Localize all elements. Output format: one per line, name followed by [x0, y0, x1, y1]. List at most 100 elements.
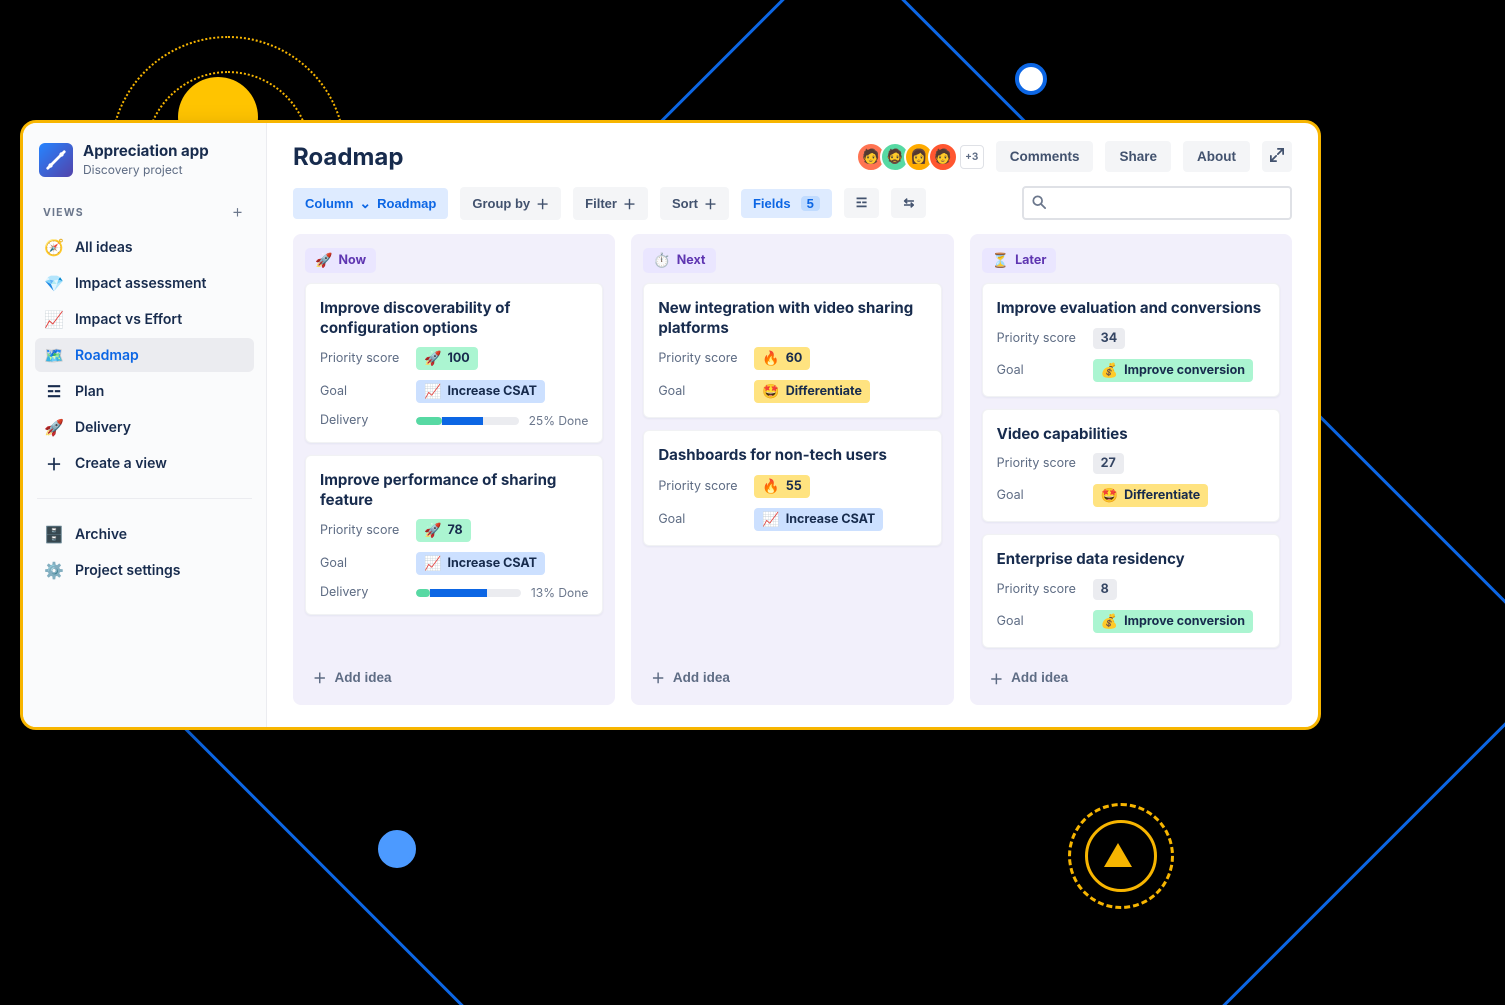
- sidebar-item-delivery[interactable]: 🚀Delivery: [35, 410, 254, 444]
- priority-row: Priority score 🔥 55: [658, 475, 926, 498]
- project-logo-icon: [39, 143, 73, 177]
- about-button[interactable]: About: [1183, 141, 1250, 172]
- column-title-pill[interactable]: ⏳Later: [982, 248, 1057, 273]
- card-title: Enterprise data residency: [997, 549, 1265, 569]
- project-header[interactable]: Appreciation app Discovery project: [33, 139, 256, 191]
- views-section-label: VIEWS ＋: [33, 191, 256, 230]
- avatar[interactable]: 🧑: [928, 142, 958, 172]
- priority-emoji-icon: 🚀: [424, 350, 441, 367]
- plus-icon: ＋: [704, 194, 717, 213]
- goal-chip: 📈Increase CSAT: [416, 552, 545, 575]
- priority-label-text: Priority score: [658, 479, 744, 494]
- priority-emoji-icon: 🔥: [762, 478, 779, 495]
- sidebar-item-settings[interactable]: ⚙️Project settings: [35, 553, 254, 587]
- priority-row: Priority score🚀100: [320, 347, 588, 370]
- expand-button[interactable]: [1262, 141, 1292, 172]
- priority-row: Priority score🔥60: [658, 347, 926, 370]
- priority-label-text: Priority score: [997, 582, 1083, 597]
- sidebar-divider: [37, 498, 252, 499]
- column-title: Now: [338, 253, 366, 268]
- rocket-icon: 🚀: [45, 418, 63, 436]
- priority-emoji-icon: 🚀: [424, 522, 441, 539]
- priority-chip: 🔥60: [754, 347, 810, 370]
- goal-value: Differentiate: [1124, 488, 1200, 503]
- idea-card[interactable]: Video capabilitiesPriority score27Goal🤩D…: [982, 409, 1280, 523]
- plus-icon: ＋: [651, 667, 665, 687]
- sidebar-nav: 🧭All ideas💎Impact assessment📈Impact vs E…: [33, 230, 256, 480]
- comments-button[interactable]: Comments: [996, 141, 1094, 172]
- priority-value: 60: [786, 351, 803, 366]
- idea-card[interactable]: Dashboards for non-tech usersPriority sc…: [643, 430, 941, 546]
- filter-button[interactable]: Filter ＋: [573, 187, 648, 220]
- priority-value: 34: [1101, 331, 1118, 346]
- decor-node-bottom: [378, 830, 416, 868]
- collaborator-avatars[interactable]: 🧑 🧔 👩 🧑 +3: [856, 142, 984, 172]
- priority-label-text: Priority score: [320, 351, 406, 366]
- sort-button[interactable]: Sort ＋: [660, 187, 729, 220]
- group-by-button[interactable]: Group by ＋: [460, 187, 561, 220]
- search-input[interactable]: [1052, 194, 1282, 212]
- search-box[interactable]: [1022, 186, 1292, 220]
- decor-triangle: [1104, 843, 1132, 867]
- add-idea-button[interactable]: ＋Add idea: [305, 661, 400, 693]
- sidebar-item-all-ideas[interactable]: 🧭All ideas: [35, 230, 254, 264]
- goal-value: Increase CSAT: [447, 384, 536, 399]
- decor-node-top: [1015, 63, 1047, 95]
- card-list: Improve discoverability of configuration…: [305, 283, 603, 615]
- goal-emoji-icon: 📈: [424, 555, 441, 572]
- avatar-overflow[interactable]: +3: [960, 145, 984, 169]
- sidebar-item-archive[interactable]: 🗄️Archive: [35, 517, 254, 551]
- list-icon: ☲: [45, 382, 63, 400]
- column-title-pill[interactable]: ⏱️Next: [643, 248, 715, 273]
- sort-label: Sort: [672, 196, 698, 211]
- sidebar-item-create[interactable]: ＋Create a view: [35, 446, 254, 480]
- column-emoji-icon: ⏱️: [653, 252, 670, 269]
- goal-emoji-icon: 🤩: [762, 383, 779, 400]
- fields-button[interactable]: Fields 5: [741, 189, 832, 218]
- card-title: Improve performance of sharing feature: [320, 470, 588, 509]
- priority-row: Priority score🚀78: [320, 519, 588, 542]
- goal-value: Improve conversion: [1124, 363, 1245, 378]
- goal-row: Goal📈Increase CSAT: [658, 508, 926, 531]
- column-header: 🚀Now: [305, 246, 603, 283]
- sidebar-item-impact-vs-effort[interactable]: 📈Impact vs Effort: [35, 302, 254, 336]
- goal-emoji-icon: 💰: [1101, 613, 1118, 630]
- search-icon: [1032, 193, 1046, 213]
- idea-card[interactable]: Enterprise data residency Priority score 8…: [982, 534, 1280, 648]
- idea-card[interactable]: Improve discoverability of configuration…: [305, 283, 603, 443]
- sidebar-item-label: All ideas: [75, 239, 133, 256]
- add-view-icon[interactable]: ＋: [228, 203, 248, 222]
- idea-card[interactable]: Improve performance of sharing feature Pr…: [305, 455, 603, 615]
- priority-value: 8: [1101, 582, 1109, 597]
- sidebar-footer: 🗄️Archive⚙️Project settings: [33, 517, 256, 587]
- column-header: ⏳Later: [982, 246, 1280, 283]
- column-title-pill[interactable]: 🚀Now: [305, 248, 376, 273]
- column-selector[interactable]: Column ⌄ Roadmap: [293, 188, 448, 219]
- sidebar-item-impact-assessment[interactable]: 💎Impact assessment: [35, 266, 254, 300]
- fields-count: 5: [801, 196, 820, 211]
- card-list: New integration with video sharing platf…: [643, 283, 941, 546]
- goal-row: Goal💰Improve conversion: [997, 610, 1265, 633]
- goal-row: Goal📈Increase CSAT: [320, 552, 588, 575]
- add-idea-button[interactable]: ＋Add idea: [982, 662, 1077, 694]
- expand-icon: [1270, 150, 1284, 165]
- priority-row: Priority score34: [997, 328, 1265, 349]
- idea-card[interactable]: Improve evaluation and conversionsPriori…: [982, 283, 1280, 397]
- priority-value: 55: [786, 479, 802, 494]
- idea-card[interactable]: New integration with video sharing platf…: [643, 283, 941, 418]
- priority-chip: 🔥 55: [754, 475, 809, 498]
- share-button[interactable]: Share: [1105, 141, 1171, 172]
- search: [1022, 186, 1292, 220]
- autosort-button[interactable]: ⇆: [891, 188, 926, 218]
- goal-row: Goal🤩Differentiate: [658, 380, 926, 403]
- column-later: ⏳Later Improve evaluation and conversions…: [970, 234, 1292, 705]
- columns-settings-button[interactable]: ☲: [844, 188, 880, 218]
- add-idea-button[interactable]: ＋Add idea: [643, 661, 738, 693]
- sidebar-item-label: Impact vs Effort: [75, 311, 182, 328]
- sidebar-item-roadmap[interactable]: 🗺️Roadmap: [35, 338, 254, 372]
- column-value: Roadmap: [377, 196, 436, 211]
- sidebar-item-plan[interactable]: ☲Plan: [35, 374, 254, 408]
- goal-emoji-icon: 🤩: [1101, 487, 1118, 504]
- views-text: VIEWS: [43, 206, 84, 219]
- priority-row: Priority score27: [997, 453, 1265, 474]
